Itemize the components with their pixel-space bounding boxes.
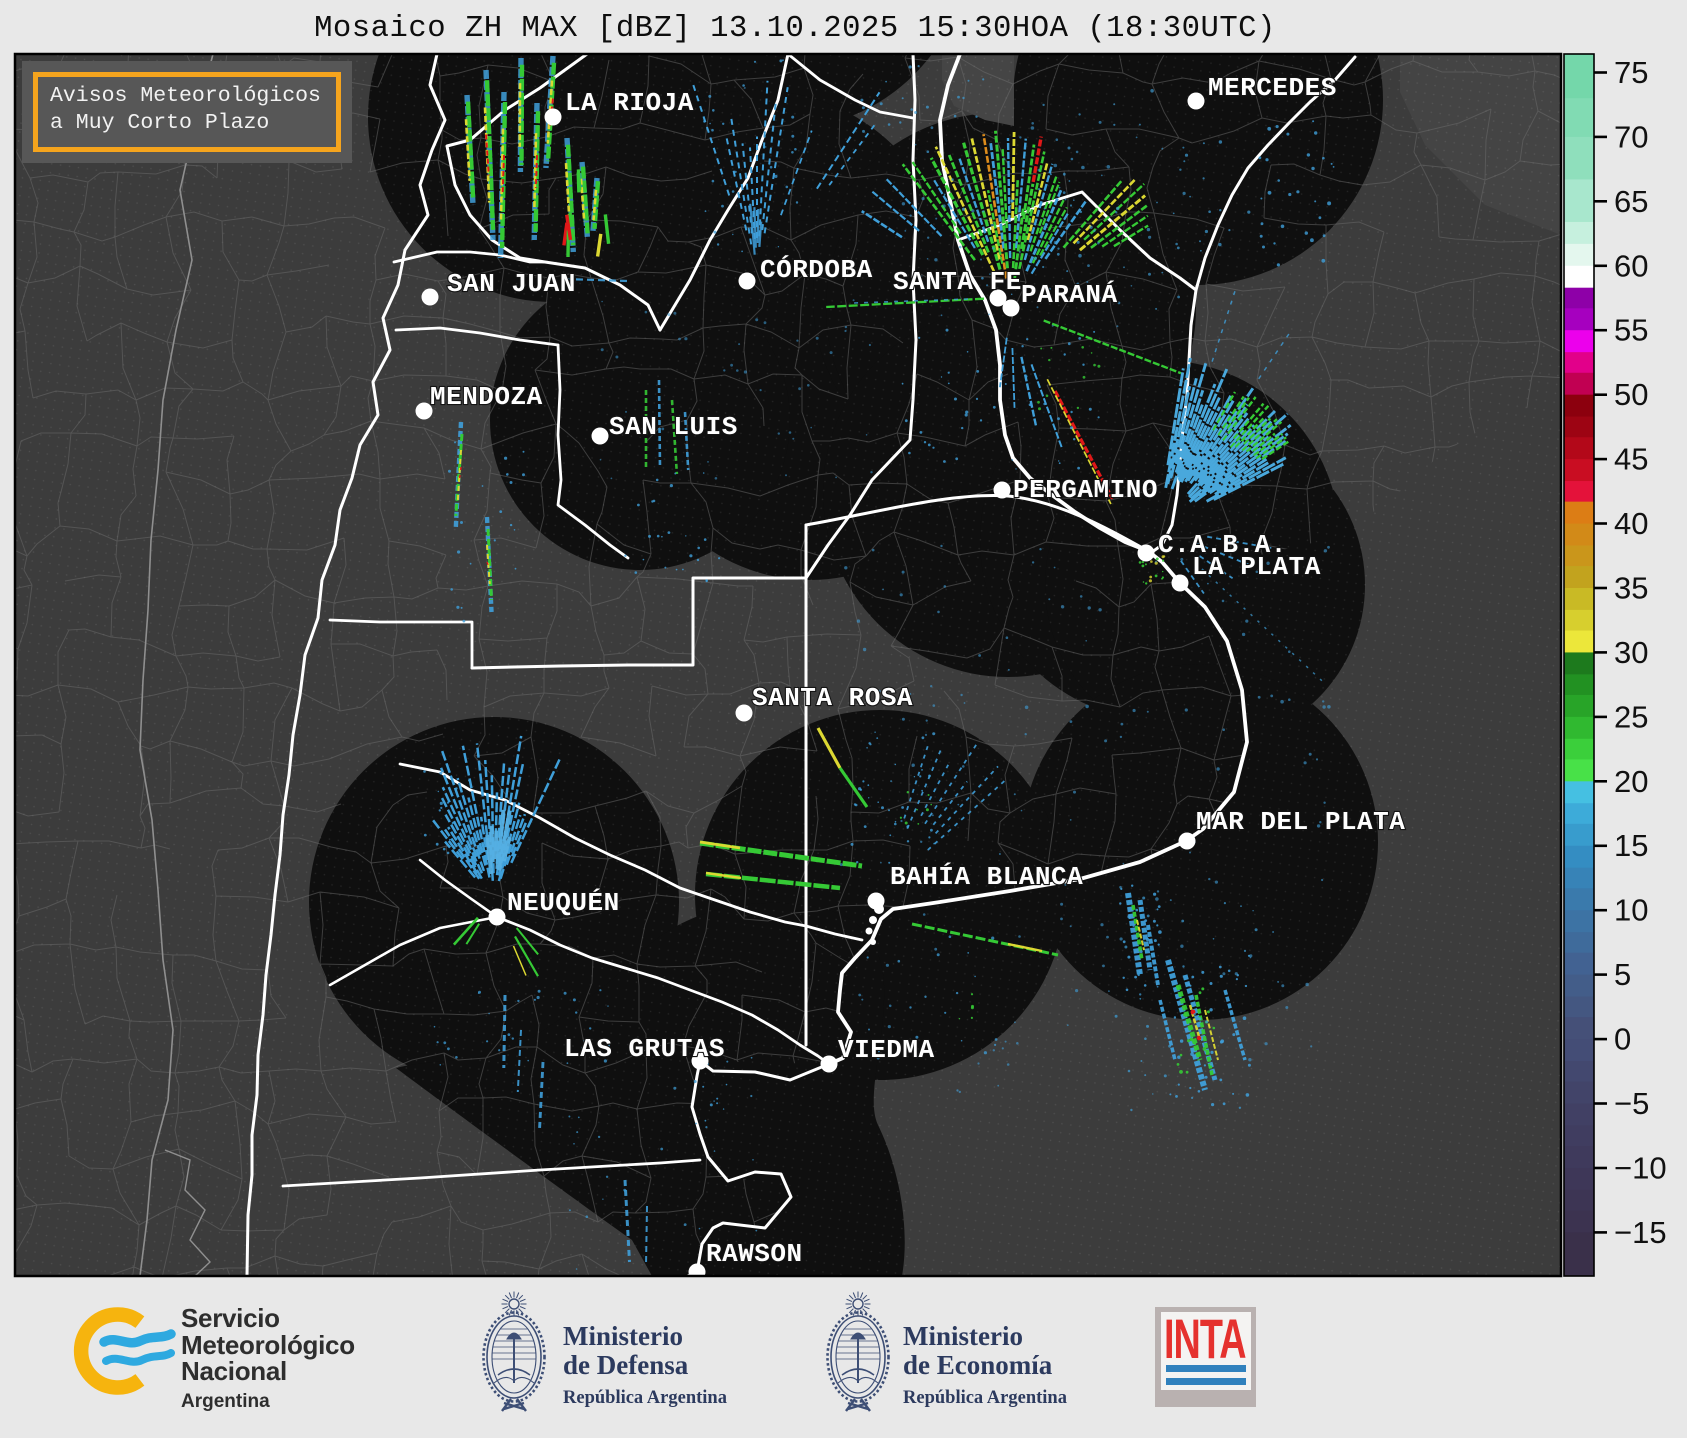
svg-text:LA RIOJA: LA RIOJA	[565, 88, 694, 118]
svg-text:25: 25	[1614, 699, 1648, 734]
svg-text:55: 55	[1614, 313, 1648, 348]
svg-text:CÓRDOBA: CÓRDOBA	[760, 255, 873, 285]
svg-text:65: 65	[1614, 184, 1648, 219]
svg-text:5: 5	[1614, 957, 1631, 992]
svg-text:SAN LUIS: SAN LUIS	[609, 412, 738, 442]
svg-text:−15: −15	[1614, 1215, 1667, 1250]
svg-text:BAHÍA BLANCA: BAHÍA BLANCA	[890, 862, 1083, 892]
svg-text:45: 45	[1614, 442, 1648, 477]
svg-text:−10: −10	[1614, 1151, 1667, 1186]
svg-text:30: 30	[1614, 635, 1648, 670]
svg-text:−5: −5	[1614, 1086, 1649, 1121]
svg-text:NEUQUÉN: NEUQUÉN	[507, 888, 620, 918]
svg-text:10: 10	[1614, 893, 1648, 928]
svg-text:MERCEDES: MERCEDES	[1208, 73, 1337, 103]
svg-text:LAS GRUTAS: LAS GRUTAS	[564, 1034, 725, 1064]
svg-text:20: 20	[1614, 764, 1648, 799]
svg-text:MAR DEL PLATA: MAR DEL PLATA	[1196, 807, 1405, 837]
svg-text:PERGAMINO: PERGAMINO	[1013, 475, 1158, 505]
svg-text:50: 50	[1614, 377, 1648, 412]
svg-text:SANTA FE: SANTA FE	[893, 267, 1022, 297]
svg-text:60: 60	[1614, 248, 1648, 283]
svg-text:15: 15	[1614, 828, 1648, 863]
svg-text:LA PLATA: LA PLATA	[1192, 552, 1321, 582]
svg-text:MENDOZA: MENDOZA	[430, 382, 543, 412]
svg-text:SANTA ROSA: SANTA ROSA	[752, 683, 913, 713]
svg-text:VIEDMA: VIEDMA	[838, 1035, 935, 1065]
svg-text:PARANÁ: PARANÁ	[1021, 280, 1118, 310]
svg-text:0: 0	[1614, 1022, 1631, 1057]
svg-text:35: 35	[1614, 571, 1648, 606]
svg-text:40: 40	[1614, 506, 1648, 541]
svg-text:RAWSON: RAWSON	[706, 1239, 803, 1269]
svg-text:75: 75	[1614, 55, 1648, 90]
svg-text:SAN JUAN: SAN JUAN	[447, 269, 576, 299]
svg-text:70: 70	[1614, 119, 1648, 154]
